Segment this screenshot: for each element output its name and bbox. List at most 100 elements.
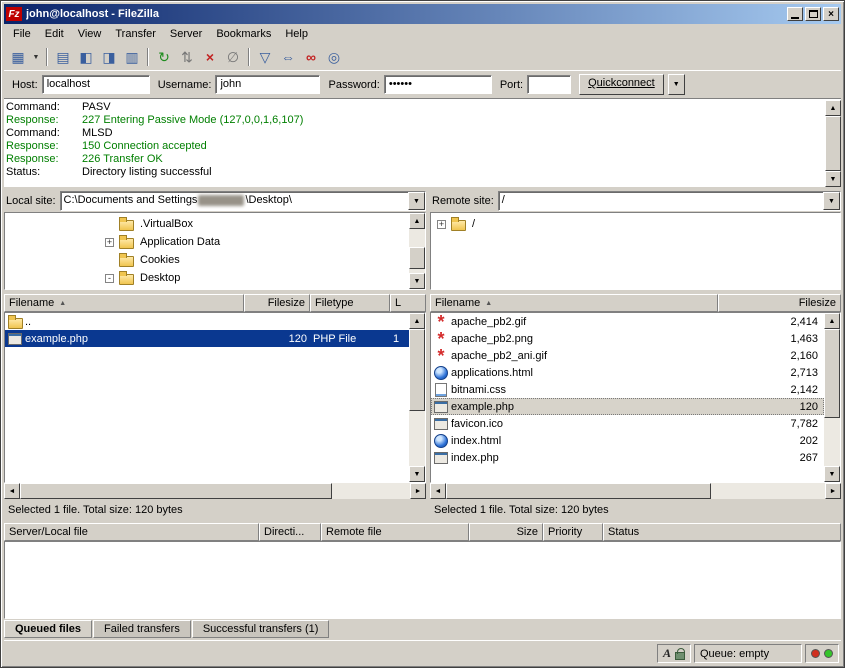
menu-server[interactable]: Server [163, 26, 209, 42]
expand-icon[interactable]: + [105, 238, 114, 247]
scroll-up-button[interactable]: ▲ [409, 213, 425, 229]
scroll-thumb[interactable] [824, 329, 840, 418]
find-files-button[interactable]: ◎ [323, 46, 345, 68]
file-row[interactable]: index.html202 [431, 432, 824, 449]
quickconnect-button[interactable]: Quickconnect [579, 74, 664, 95]
column-header-filename[interactable]: Filename▲ [4, 294, 244, 312]
scroll-left-button[interactable]: ◄ [4, 483, 20, 499]
tree-item-virtualbox[interactable]: .VirtualBox [5, 215, 409, 233]
collapse-icon[interactable]: - [105, 274, 114, 283]
host-input[interactable]: localhost [42, 75, 150, 94]
close-button[interactable]: × [823, 7, 839, 21]
scroll-right-button[interactable]: ► [410, 483, 426, 499]
minimize-button[interactable] [787, 7, 803, 21]
scroll-thumb[interactable] [825, 116, 841, 171]
column-header-size[interactable]: Size [469, 523, 543, 541]
compare-directories-button[interactable]: ⇔ [277, 46, 299, 68]
toggle-remote-tree-button[interactable]: ◨ [98, 46, 120, 68]
scroll-up-button[interactable]: ▲ [824, 313, 840, 329]
column-header-filename[interactable]: Filename▲ [430, 294, 718, 312]
lock-icon [675, 652, 685, 660]
refresh-button[interactable]: ↻ [153, 46, 175, 68]
local-site-combo[interactable]: C:\Documents and Settings\Desktop\ ▼ [60, 191, 426, 211]
scroll-up-button[interactable]: ▲ [825, 100, 841, 116]
tree-item-cookies[interactable]: Cookies [5, 251, 409, 269]
directory-filter-button[interactable]: ▽ [254, 46, 276, 68]
tab-queued-files[interactable]: Queued files [4, 620, 92, 638]
column-header-last-modified[interactable]: L [390, 294, 426, 312]
file-row[interactable]: *apache_pb2.png1,463 [431, 330, 824, 347]
scroll-thumb[interactable] [20, 483, 332, 499]
ico-file-icon [433, 416, 449, 432]
site-manager-icon: ▦ [11, 49, 24, 66]
maximize-button[interactable] [805, 7, 821, 21]
scroll-thumb[interactable] [409, 329, 425, 411]
scroll-up-button[interactable]: ▲ [409, 313, 425, 329]
toggle-transfer-queue-button[interactable]: ▥ [121, 46, 143, 68]
file-row[interactable]: *apache_pb2_ani.gif2,160 [431, 347, 824, 364]
column-header-filesize[interactable]: Filesize [718, 294, 841, 312]
expand-icon[interactable]: + [437, 220, 446, 229]
cancel-button[interactable]: × [199, 46, 221, 68]
column-header-server-local-file[interactable]: Server/Local file [4, 523, 259, 541]
file-row[interactable]: *apache_pb2.gif2,414 [431, 313, 824, 330]
remote-list-header: Filename▲ Filesize [430, 294, 841, 312]
tab-successful-transfers[interactable]: Successful transfers (1) [192, 620, 330, 638]
file-row[interactable]: index.php267 [431, 449, 824, 466]
remote-horizontal-scrollbar: ◄ ► [430, 483, 841, 499]
scroll-left-button[interactable]: ◄ [430, 483, 446, 499]
password-input[interactable]: •••••• [384, 75, 492, 94]
column-header-filesize[interactable]: Filesize [244, 294, 310, 312]
site-manager-dropdown[interactable]: ▼ [30, 46, 42, 68]
menu-file[interactable]: File [6, 26, 38, 42]
remote-site-dropdown[interactable]: ▼ [823, 192, 840, 210]
file-row[interactable]: favicon.ico7,782 [431, 415, 824, 432]
site-manager-button[interactable]: ▦ [7, 46, 29, 68]
scroll-down-button[interactable]: ▼ [824, 466, 840, 482]
folder-icon [7, 314, 23, 330]
menu-bookmarks[interactable]: Bookmarks [209, 26, 278, 42]
remote-site-combo[interactable]: / ▼ [498, 191, 841, 211]
process-queue-button[interactable]: ⇅ [176, 46, 198, 68]
column-header-direction[interactable]: Directi... [259, 523, 321, 541]
file-row-example-php[interactable]: example.php 120 PHP File 1 [5, 330, 409, 347]
menu-help[interactable]: Help [278, 26, 315, 42]
remote-site-row: Remote site: / ▼ [430, 190, 841, 212]
port-input[interactable] [527, 75, 571, 94]
scroll-thumb[interactable] [446, 483, 711, 499]
browser-panes: Local site: C:\Documents and Settings\De… [4, 190, 841, 520]
titlebar[interactable]: Fz john@localhost - FileZilla × [4, 4, 841, 24]
column-header-filetype[interactable]: Filetype [310, 294, 390, 312]
log-line: Command:PASV [6, 101, 823, 114]
remote-directory-tree: +/ [430, 212, 841, 290]
menu-view[interactable]: View [71, 26, 109, 42]
scroll-down-button[interactable]: ▼ [409, 273, 425, 289]
username-input[interactable]: john [215, 75, 320, 94]
menu-transfer[interactable]: Transfer [108, 26, 163, 42]
tree-item-application-data[interactable]: +Application Data [5, 233, 409, 251]
toggle-message-log-button[interactable]: ▤ [52, 46, 74, 68]
scroll-down-button[interactable]: ▼ [409, 466, 425, 482]
remote-status-text: Selected 1 file. Total size: 120 bytes [430, 499, 841, 520]
local-site-dropdown[interactable]: ▼ [408, 192, 425, 210]
synchronized-browsing-button[interactable]: ∞ [300, 46, 322, 68]
file-row[interactable]: applications.html2,713 [431, 364, 824, 381]
file-row[interactable]: bitnami.css2,142 [431, 381, 824, 398]
message-log-icon: ▤ [56, 49, 69, 66]
file-row-parent-dir[interactable]: .. [5, 313, 409, 330]
column-header-status[interactable]: Status [603, 523, 841, 541]
tree-item-root[interactable]: +/ [431, 215, 840, 233]
toggle-local-tree-button[interactable]: ◧ [75, 46, 97, 68]
menu-edit[interactable]: Edit [38, 26, 71, 42]
scroll-thumb[interactable] [409, 247, 425, 269]
tree-item-desktop[interactable]: -Desktop [5, 269, 409, 287]
column-header-remote-file[interactable]: Remote file [321, 523, 469, 541]
disconnect-button[interactable]: ∅ [222, 46, 244, 68]
quickconnect-dropdown[interactable]: ▼ [668, 74, 685, 95]
file-row-example-php[interactable]: example.php120 [431, 398, 824, 415]
scroll-down-button[interactable]: ▼ [825, 171, 841, 187]
tab-failed-transfers[interactable]: Failed transfers [93, 620, 191, 638]
column-header-priority[interactable]: Priority [543, 523, 603, 541]
scroll-right-button[interactable]: ► [825, 483, 841, 499]
folder-icon [118, 234, 134, 250]
